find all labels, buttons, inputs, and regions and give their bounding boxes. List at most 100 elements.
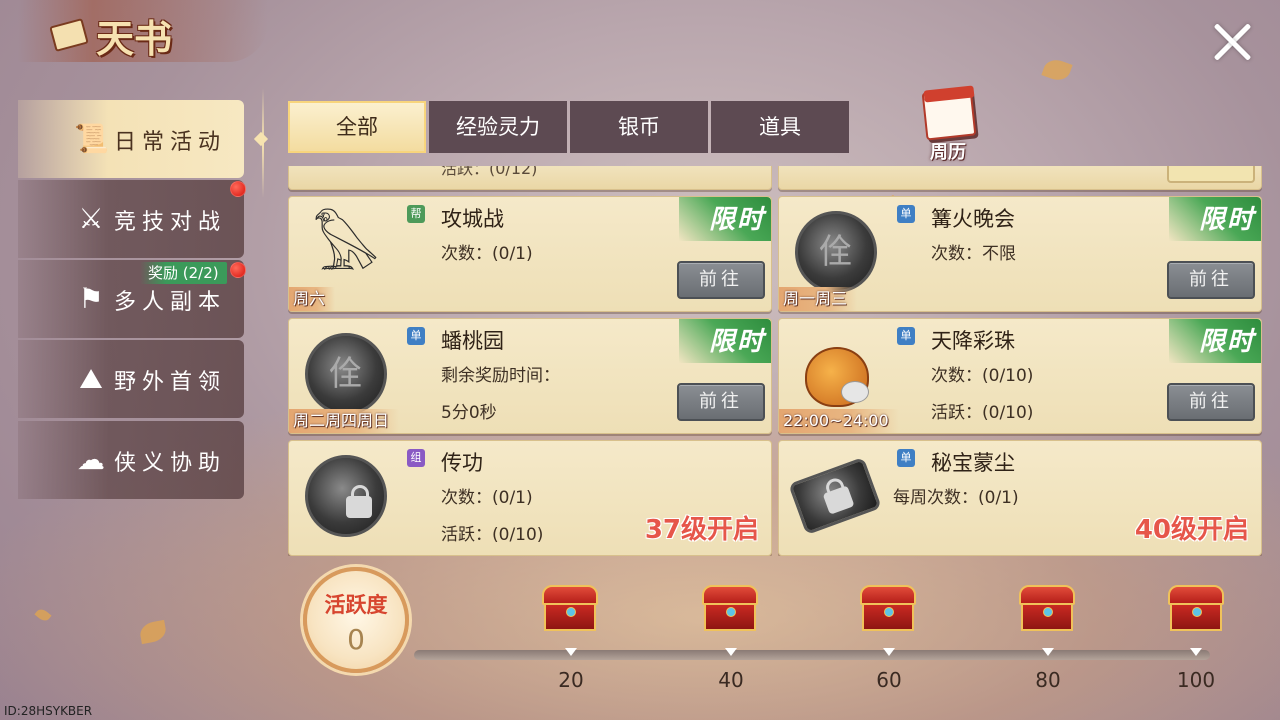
guild-type-badge: 帮: [407, 205, 425, 223]
player-id: ID:28HSYKBER: [4, 704, 93, 718]
activity-card-hidden-treasure[interactable]: 单 秘宝蒙尘 每周次数：(0/1) 40级开启: [778, 440, 1262, 556]
scroll-map-icon: [788, 456, 882, 536]
tab-items[interactable]: 道具: [711, 101, 849, 153]
ginkgo-leaf-decoration: [1041, 56, 1073, 84]
reward-chest-80[interactable]: [1019, 585, 1075, 633]
sidebar-item-label: 野外首领: [114, 370, 227, 395]
milestone-label: 40: [718, 668, 744, 692]
reward-chest-40[interactable]: [702, 585, 758, 633]
remaining-reward-time-label: 剩余奖励时间：: [441, 366, 560, 386]
activity-progress-bar: [414, 650, 1210, 660]
activity-card-peach-garden[interactable]: 佺 单 蟠桃园 剩余奖励时间： 5分0秒 限时 前往 周二周四周日: [288, 318, 772, 434]
remaining-reward-time-value: 5分0秒: [441, 403, 497, 423]
milestone-label: 60: [876, 668, 902, 692]
activity-card-pearl-rain[interactable]: 单 天降彩珠 次数：(0/10) 活跃：(0/10) 限时 前往 22:00~2…: [778, 318, 1262, 434]
helmet-icon: ☁: [77, 443, 105, 476]
activity-count: 次数：(0/1): [441, 244, 533, 264]
ginkgo-leaf-decoration: [34, 606, 52, 624]
limited-time-badge: 限时: [1169, 319, 1261, 363]
solo-type-badge: 单: [897, 327, 915, 345]
unlock-level-label: 40级开启: [1134, 515, 1249, 545]
unlock-level-label: 37级开启: [644, 515, 759, 545]
activity-points: 活跃：(0/10): [441, 525, 544, 545]
milestone-label: 100: [1176, 668, 1216, 692]
tab-exp-spirit[interactable]: 经验灵力: [429, 101, 567, 153]
limited-time-label: 限时: [708, 205, 765, 235]
solo-type-badge: 单: [897, 205, 915, 223]
go-button[interactable]: 前往: [1167, 261, 1255, 299]
sidebar-item-assist[interactable]: ☁ 侠义协助: [18, 421, 244, 499]
reward-badge: 奖励 (2/2): [140, 262, 227, 284]
list-item-partial: 活跃：(0/12): [288, 166, 772, 190]
tab-silver[interactable]: 银币: [570, 101, 708, 153]
sidebar-item-label: 日常活动: [114, 130, 227, 155]
limited-time-label: 限时: [1198, 327, 1255, 357]
page-title: 天书: [96, 16, 173, 61]
activity-name: 蟠桃园: [441, 329, 504, 353]
go-button[interactable]: 前往: [677, 261, 765, 299]
notification-dot: [230, 181, 246, 197]
gem-icon: [726, 607, 736, 617]
milestone-marker: [1190, 648, 1202, 656]
schedule-days: 周二周四周日: [289, 409, 400, 433]
sidebar-item-label: 竞技对战: [114, 210, 227, 235]
partial-text: 活跃：(0/12): [441, 166, 538, 178]
activity-name: 秘宝蒙尘: [931, 451, 1015, 475]
sidebar-item-label: 侠义协助: [114, 451, 227, 476]
seal-icon: 佺: [305, 333, 387, 415]
sidebar-item-arena[interactable]: ⚔ 竞技对战: [18, 180, 244, 258]
activity-count: 次数：(0/1): [441, 488, 533, 508]
ginkgo-leaf-decoration: [138, 619, 168, 645]
divider-diamond: [253, 131, 269, 147]
flag-icon: ⚑: [78, 282, 104, 315]
gem-icon: [1192, 607, 1202, 617]
gem-icon: [884, 607, 894, 617]
weekly-calendar-button[interactable]: 周历: [912, 84, 982, 164]
weekly-count: 每周次数：(0/1): [893, 488, 1019, 508]
activity-card-bonfire[interactable]: 佺 单 篝火晚会 次数：不限 限时 前往 周一周三: [778, 196, 1262, 312]
activity-card-siege[interactable]: 𓅃 帮 攻城战 次数：(0/1) 限时 前往 周六: [288, 196, 772, 312]
limited-time-label: 限时: [1198, 205, 1255, 235]
go-button[interactable]: 前往: [1167, 383, 1255, 421]
activity-card-skill-transfer[interactable]: 组 传功 次数：(0/1) 活跃：(0/10) 37级开启: [288, 440, 772, 556]
gem-icon: [566, 607, 576, 617]
activity-count: 次数：不限: [931, 244, 1016, 264]
limited-time-badge: 限时: [1169, 197, 1261, 241]
milestone-label: 20: [558, 668, 584, 692]
activity-points: 活跃：(0/10): [931, 403, 1034, 423]
schedule-days: 周六: [289, 287, 336, 311]
solo-type-badge: 单: [407, 327, 425, 345]
sidebar-item-field-boss[interactable]: ⛰ 野外首领: [18, 340, 244, 418]
partial-button: [1167, 166, 1255, 183]
lock-icon: [346, 485, 372, 518]
milestone-marker: [565, 648, 577, 656]
activity-meter-title: 活跃度: [324, 592, 388, 617]
reward-chest-60[interactable]: [860, 585, 916, 633]
group-type-badge: 组: [407, 449, 425, 467]
activity-name: 攻城战: [441, 207, 504, 231]
milestone-marker: [1042, 648, 1054, 656]
close-button[interactable]: [1208, 18, 1256, 66]
seal-icon: 佺: [795, 211, 877, 293]
reward-chest-20[interactable]: [542, 585, 598, 633]
sidebar-item-daily-activities[interactable]: 📜 日常活动: [18, 100, 244, 178]
reward-chest-100[interactable]: [1168, 585, 1224, 633]
schedule-time: 22:00~24:00: [779, 409, 899, 433]
list-item-partial: [778, 166, 1262, 190]
locked-seal-icon: [305, 455, 387, 537]
limited-time-badge: 限时: [679, 319, 771, 363]
solo-type-badge: 单: [897, 449, 915, 467]
limited-time-label: 限时: [708, 327, 765, 357]
activity-meter-value: 0: [347, 623, 365, 656]
scroll-icon: 📜: [74, 122, 109, 155]
notification-dot: [230, 262, 246, 278]
tab-all[interactable]: 全部: [288, 101, 426, 153]
milestone-label: 80: [1035, 668, 1061, 692]
activity-meter: 活跃度 0: [303, 567, 409, 673]
mountain-icon: ⛰: [79, 362, 103, 395]
milestone-marker: [883, 648, 895, 656]
treasure-bag-icon: [795, 333, 877, 415]
activity-list[interactable]: 活跃：(0/12) 𓅃 帮 攻城战 次数：(0/1) 限时 前往 周六 佺 单 …: [288, 166, 1262, 556]
phoenix-icon: 𓅃: [312, 214, 380, 284]
go-button[interactable]: 前往: [677, 383, 765, 421]
